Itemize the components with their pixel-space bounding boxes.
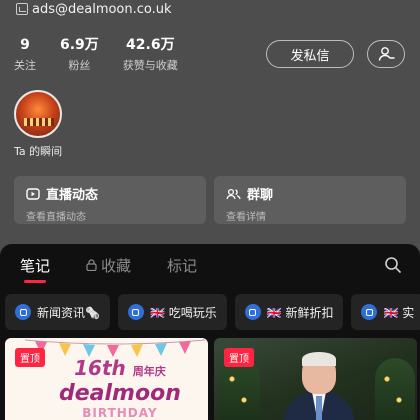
collection-icon xyxy=(127,304,144,320)
stat-likes[interactable]: 42.6万 获赞与收藏 xyxy=(123,36,178,73)
stat-likes-value: 42.6万 xyxy=(126,37,175,53)
live-video-icon xyxy=(26,187,40,200)
chip-food-fun[interactable]: 🇬🇧 吃喝玩乐 xyxy=(117,294,227,330)
mail-icon xyxy=(16,3,28,15)
logo-birthday: BIRTHDAY xyxy=(82,406,158,420)
stat-fans-label: 粉丝 xyxy=(68,59,91,72)
chip-deals-label: 🇬🇧 新鲜折扣 xyxy=(266,305,334,320)
tab-favorites-label: 收藏 xyxy=(101,256,132,275)
stat-fans[interactable]: 6.9万 粉丝 xyxy=(60,36,99,73)
profile-stats: 9 关注 6.9万 粉丝 42.6万 获赞与收藏 xyxy=(14,36,202,73)
stat-following-value: 9 xyxy=(20,37,30,53)
chip-deals[interactable]: 🇬🇧 新鲜折扣 xyxy=(234,294,344,330)
notes-sheet: 笔记 收藏 标记 新闻资讯🗞️ 🇬🇧 吃喝玩乐 🇬🇧 新鲜折扣 🇬🇧 实 置顶 … xyxy=(0,244,420,420)
active-tab-indicator xyxy=(24,280,46,283)
email-row: ads@dealmoon.co.uk xyxy=(16,0,172,18)
profile-header: ads@dealmoon.co.uk 9 关注 6.9万 粉丝 42.6万 获赞… xyxy=(0,0,420,250)
tab-notes-label: 笔记 xyxy=(20,256,51,275)
bunting-decoration xyxy=(25,339,205,357)
moment-avatar[interactable] xyxy=(14,90,62,138)
live-card-title: 直播动态 xyxy=(46,188,99,203)
follow-button[interactable] xyxy=(367,40,405,68)
stat-following-label: 关注 xyxy=(14,59,36,72)
group-icon xyxy=(226,188,241,199)
collection-chips: 新闻资讯🗞️ 🇬🇧 吃喝玩乐 🇬🇧 新鲜折扣 🇬🇧 实 xyxy=(5,294,420,330)
email-text: ads@dealmoon.co.uk xyxy=(32,1,172,17)
chip-news[interactable]: 新闻资讯🗞️ xyxy=(5,294,110,330)
collection-icon xyxy=(361,304,378,320)
note-card-anniversary[interactable]: 置顶 16th 周年庆 dealmoon BIRTHDAY xyxy=(5,338,208,420)
pinned-badge: 置顶 xyxy=(224,348,254,367)
tab-marks-label: 标记 xyxy=(167,256,198,275)
profile-tabs: 笔记 收藏 标记 xyxy=(20,254,197,276)
tab-notes[interactable]: 笔记 xyxy=(20,255,50,276)
portrait-image xyxy=(284,348,354,420)
send-message-button[interactable]: 发私信 xyxy=(266,40,354,68)
christmas-tree-image xyxy=(375,358,415,420)
chip-more[interactable]: 🇬🇧 实 xyxy=(351,294,420,330)
collection-icon xyxy=(15,304,31,320)
moment-label: Ta 的瞬间 xyxy=(14,145,63,158)
tab-favorites[interactable]: 收藏 xyxy=(86,255,131,276)
logo-anniversary: 周年庆 xyxy=(132,365,166,378)
chip-more-label: 🇬🇧 实 xyxy=(383,305,415,320)
live-card[interactable]: 直播动态 查看直播动态 xyxy=(14,176,206,224)
chip-news-label: 新闻资讯🗞️ xyxy=(37,305,100,320)
search-icon xyxy=(385,257,401,273)
notes-grid: 置顶 16th 周年庆 dealmoon BIRTHDAY 置顶 xyxy=(5,338,417,420)
stat-likes-label: 获赞与收藏 xyxy=(122,59,178,72)
dealmoon-anniversary-logo: 16th 周年庆 dealmoon BIRTHDAY xyxy=(59,358,181,420)
lock-icon xyxy=(86,259,97,271)
pinned-badge: 置顶 xyxy=(15,348,45,367)
add-user-icon xyxy=(378,47,395,61)
group-card-title: 群聊 xyxy=(247,188,274,203)
group-card-subtitle: 查看详情 xyxy=(226,212,266,223)
logo-16th: 16th xyxy=(74,356,126,380)
christmas-tree-image xyxy=(220,358,260,420)
tab-marks[interactable]: 标记 xyxy=(167,255,197,276)
chip-food-fun-label: 🇬🇧 吃喝玩乐 xyxy=(149,305,217,320)
logo-dealmoon: dealmoon xyxy=(59,381,181,406)
live-card-subtitle: 查看直播动态 xyxy=(26,212,86,223)
search-button[interactable] xyxy=(384,256,402,278)
collection-icon xyxy=(244,304,261,320)
group-chat-card[interactable]: 群聊 查看详情 xyxy=(214,176,406,224)
stat-fans-value: 6.9万 xyxy=(60,37,99,53)
stat-following[interactable]: 9 关注 xyxy=(14,36,36,73)
note-card-king[interactable]: 置顶 xyxy=(214,338,417,420)
